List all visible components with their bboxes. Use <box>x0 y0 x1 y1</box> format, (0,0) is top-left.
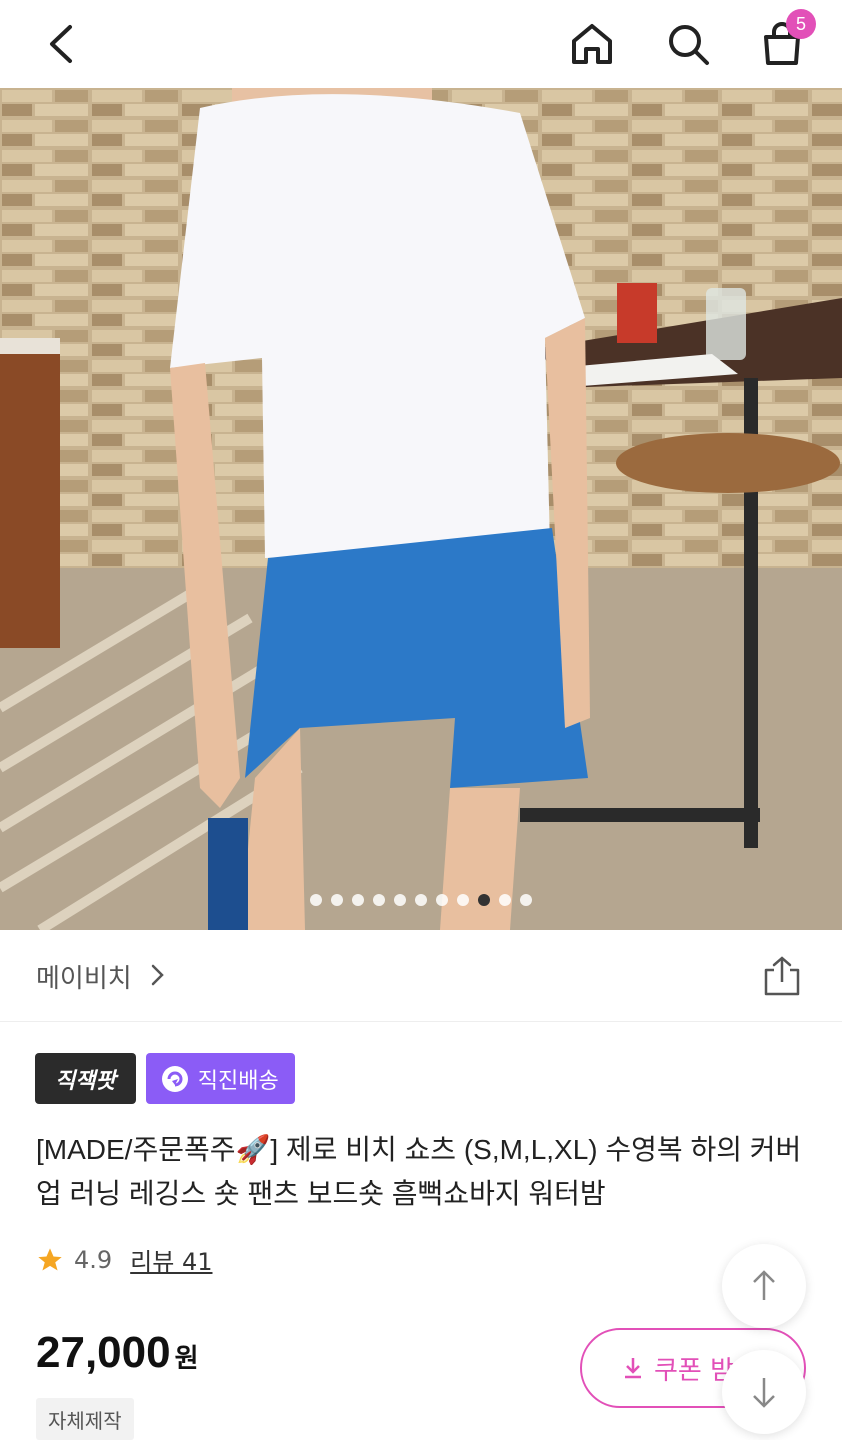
delivery-badge-label: 직진배송 <box>197 1068 279 1094</box>
gallery-dot[interactable] <box>394 894 406 906</box>
gallery-dot[interactable] <box>457 894 469 906</box>
back-button[interactable] <box>30 14 90 74</box>
share-button[interactable] <box>760 954 804 998</box>
review-link[interactable]: 리뷰 41 <box>130 1242 212 1277</box>
home-button[interactable] <box>560 14 624 74</box>
product-image[interactable] <box>0 88 842 930</box>
rating-score: 4.9 <box>74 1245 113 1274</box>
gallery-dot[interactable] <box>415 894 427 906</box>
gallery-pagination <box>0 894 842 906</box>
chevron-right-icon[interactable] <box>148 960 168 990</box>
gallery-dot[interactable] <box>436 894 448 906</box>
top-bar: 5 <box>0 0 842 88</box>
gallery-dot[interactable] <box>373 894 385 906</box>
arrow-up-icon <box>753 1270 775 1300</box>
price: 27,000 원 <box>36 1328 199 1378</box>
brand-badge: 직잭팟 <box>35 1053 136 1104</box>
gallery-dot[interactable] <box>331 894 343 906</box>
gallery-dot[interactable] <box>478 894 490 906</box>
gallery-dot[interactable] <box>499 894 511 906</box>
scroll-top-button[interactable] <box>722 1244 806 1328</box>
product-badges: 직잭팟 직진배송 <box>35 1053 295 1104</box>
search-icon <box>669 25 709 65</box>
product-title: [MADE/주문폭주🚀] 제로 비치 쇼츠 (S,M,L,XL) 수영복 하의 … <box>36 1134 802 1209</box>
coupon-label: 쿠폰 받 <box>654 1355 735 1386</box>
share-icon <box>764 956 800 996</box>
shop-name-link[interactable]: 메이비치 <box>36 958 132 995</box>
gallery-dot[interactable] <box>520 894 532 906</box>
shop-row: 메이비치 <box>0 930 842 1022</box>
search-button[interactable] <box>656 14 720 74</box>
arrow-down-icon <box>753 1378 775 1408</box>
delivery-arrow-icon <box>161 1065 188 1092</box>
price-amount: 27,000 <box>36 1328 171 1377</box>
cart-count-badge: 5 <box>786 9 816 39</box>
gallery-dot[interactable] <box>310 894 322 906</box>
home-icon <box>572 24 612 64</box>
chevron-left-icon <box>50 25 72 63</box>
rating-row: 4.9 리뷰 41 <box>36 1242 213 1277</box>
delivery-badge: 직진배송 <box>145 1053 295 1104</box>
price-unit: 원 <box>174 1344 199 1374</box>
product-photo <box>0 88 842 930</box>
download-icon <box>625 1358 641 1379</box>
star-icon <box>38 1247 62 1270</box>
gallery-dot[interactable] <box>352 894 364 906</box>
scroll-bottom-button[interactable] <box>722 1350 806 1434</box>
product-tag: 자체제작 <box>36 1398 134 1440</box>
